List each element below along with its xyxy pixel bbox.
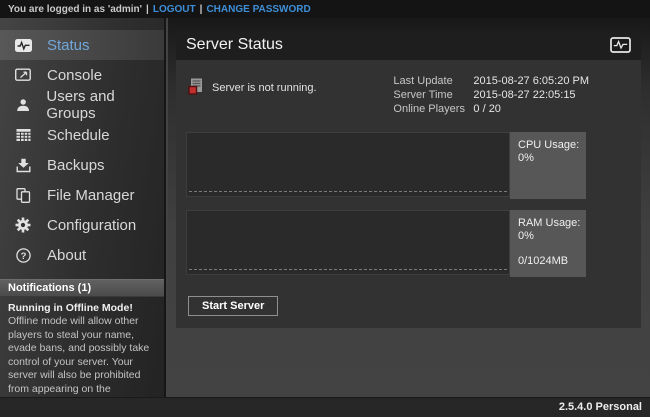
info-label: Online Players (393, 102, 473, 116)
sidebar-item-about[interactable]: ? About (0, 240, 164, 270)
sidebar-item-label: Status (47, 37, 90, 54)
schedule-icon (14, 128, 32, 142)
activity-icon (610, 37, 631, 53)
sidebar-item-label: Configuration (47, 217, 136, 234)
graph-baseline (189, 269, 507, 270)
sidebar-item-console[interactable]: Console (0, 60, 164, 90)
sidebar-item-file-manager[interactable]: File Manager (0, 180, 164, 210)
ram-usage-row: RAM Usage: 0% 0/1024MB (186, 210, 586, 277)
cpu-usage-value: 0% (518, 152, 582, 165)
status-row: Server is not running. Last Update 2015-… (186, 74, 631, 116)
sidebar-item-label: File Manager (47, 187, 135, 204)
ram-usage-detail: 0/1024MB (518, 255, 582, 268)
cpu-usage-box: CPU Usage: 0% (510, 132, 586, 199)
file-manager-icon (14, 188, 32, 203)
cpu-usage-graph (186, 132, 510, 197)
sidebar-item-schedule[interactable]: Schedule (0, 120, 164, 150)
panel-body: Server is not running. Last Update 2015-… (176, 60, 641, 328)
status-icon (14, 39, 32, 52)
main-area: Server Status Server is not running. (168, 18, 650, 397)
sidebar-item-configuration[interactable]: Configuration (0, 210, 164, 240)
sidebar-item-users-and-groups[interactable]: Users and Groups (0, 90, 164, 120)
logged-in-text: You are logged in as 'admin' (8, 4, 142, 15)
ram-usage-graph (186, 210, 510, 275)
sidebar-item-label: About (47, 247, 86, 264)
info-label: Server Time (393, 88, 473, 102)
sidebar-item-label: Users and Groups (46, 88, 164, 122)
server-status: Server is not running. (186, 74, 317, 98)
mcmyadmin-app: You are logged in as 'admin' | LOGOUT | … (0, 0, 650, 417)
logout-link[interactable]: LOGOUT (153, 4, 196, 15)
ram-usage-value: 0% (518, 230, 582, 243)
notifications-panel: Notifications (1) Running in Offline Mod… (0, 279, 164, 397)
start-server-button[interactable]: Start Server (188, 296, 278, 316)
page-title: Server Status (186, 36, 283, 54)
svg-text:?: ? (20, 250, 26, 261)
sidebar-menu: Status Console Users and Groups Schedule (0, 18, 164, 270)
question-icon: ? (14, 248, 32, 263)
backups-icon (14, 158, 32, 173)
info-value: 0 / 20 (473, 102, 501, 116)
notification-item: Running in Offline Mode! Offline mode wi… (0, 297, 164, 397)
console-icon (14, 68, 32, 82)
info-row-server-time: Server Time 2015-08-27 22:05:15 (393, 88, 589, 102)
info-row-last-update: Last Update 2015-08-27 6:05:20 PM (393, 74, 589, 88)
sidebar-item-backups[interactable]: Backups (0, 150, 164, 180)
topbar: You are logged in as 'admin' | LOGOUT | … (0, 0, 650, 18)
info-value: 2015-08-27 6:05:20 PM (473, 74, 589, 88)
info-row-online-players: Online Players 0 / 20 (393, 102, 589, 116)
ram-usage-label: RAM Usage: (518, 217, 582, 230)
sidebar-item-status[interactable]: Status (0, 30, 164, 60)
change-password-link[interactable]: CHANGE PASSWORD (206, 4, 310, 15)
footer: 2.5.4.0 Personal (0, 397, 650, 417)
notification-text: Offline mode will allow other players to… (8, 315, 156, 397)
gear-icon (14, 217, 32, 233)
status-message: Server is not running. (212, 82, 317, 94)
graph-baseline (189, 191, 507, 192)
notifications-header: Notifications (1) (0, 279, 164, 297)
sidebar-item-label: Schedule (47, 127, 110, 144)
cpu-usage-label: CPU Usage: (518, 139, 582, 152)
info-value: 2015-08-27 22:05:15 (473, 88, 575, 102)
info-label: Last Update (393, 74, 473, 88)
version-label: 2.5.4.0 Personal (559, 401, 642, 413)
sidebar: Status Console Users and Groups Schedule (0, 18, 166, 397)
separator: | (200, 4, 203, 15)
server-status-panel: Server Status Server is not running. (176, 30, 641, 328)
notification-title: Running in Offline Mode! (8, 302, 156, 315)
separator: | (146, 4, 149, 15)
cpu-usage-row: CPU Usage: 0% (186, 132, 586, 199)
sidebar-item-label: Backups (47, 157, 105, 174)
ram-usage-box: RAM Usage: 0% 0/1024MB (510, 210, 586, 277)
users-icon (14, 98, 31, 112)
server-info-table: Last Update 2015-08-27 6:05:20 PM Server… (393, 74, 589, 116)
sidebar-item-label: Console (47, 67, 102, 84)
server-stopped-icon (188, 78, 203, 98)
panel-header: Server Status (176, 30, 641, 60)
